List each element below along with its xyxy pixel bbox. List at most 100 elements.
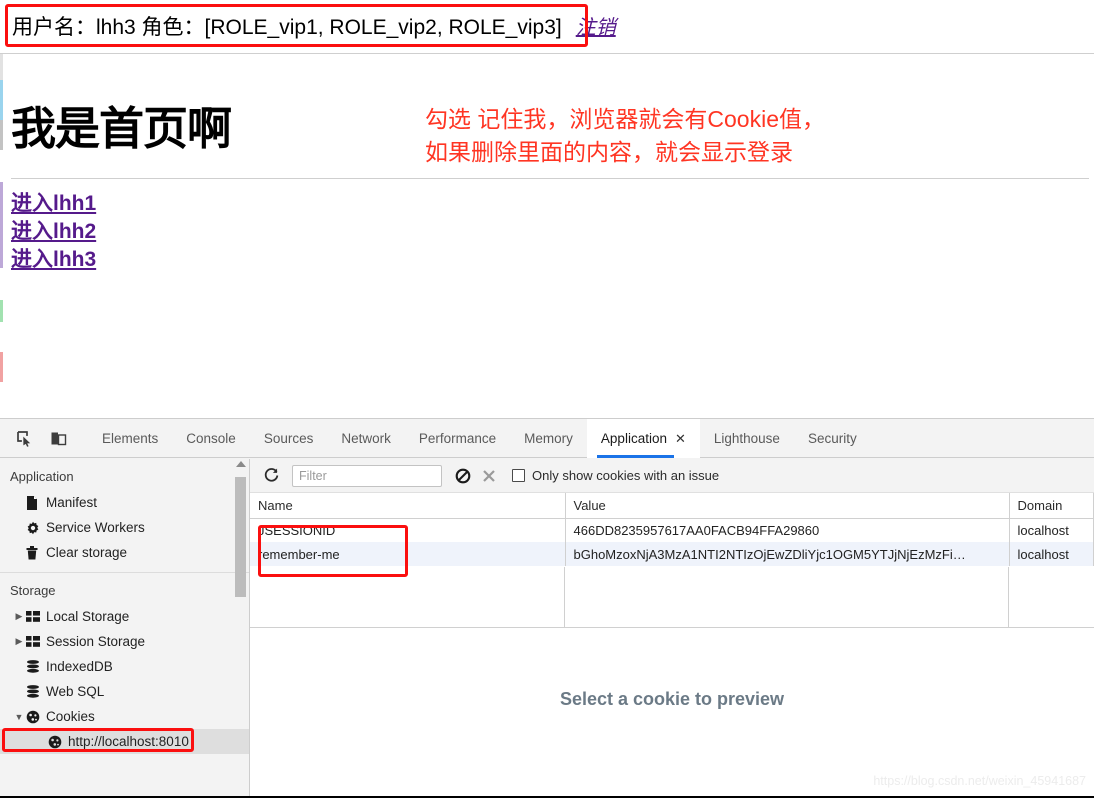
- tab-network[interactable]: Network: [327, 419, 405, 458]
- sidebar-item-manifest[interactable]: Manifest: [0, 490, 249, 515]
- cell-cookie-domain[interactable]: localhost: [1009, 518, 1094, 542]
- link-lhh3[interactable]: 进入lhh3: [11, 246, 96, 274]
- delete-x-icon[interactable]: [476, 463, 502, 489]
- cell-cookie-value[interactable]: bGhoMzoxNjA3MzA1NTI2NTIzOjEwZDliYjc1OGM5…: [565, 542, 1010, 566]
- tab-lighthouse[interactable]: Lighthouse: [700, 419, 794, 458]
- tab-label: Performance: [418, 430, 497, 446]
- close-icon[interactable]: ✕: [675, 432, 686, 445]
- sidebar-item-web-sql[interactable]: Web SQL: [0, 679, 249, 704]
- screenshot-root: 用户名：lhh3 角色：[ROLE_vip1, ROLE_vip2, ROLE_…: [0, 0, 1094, 798]
- scrollbar-thumb[interactable]: [235, 477, 246, 597]
- sidebar-item-label: Web SQL: [46, 684, 105, 699]
- sidebar-item-cookie-origin[interactable]: http://localhost:8010: [0, 729, 249, 754]
- browser-page-viewport: 用户名：lhh3 角色：[ROLE_vip1, ROLE_vip2, ROLE_…: [0, 0, 1094, 418]
- tab-sources[interactable]: Sources: [250, 419, 328, 458]
- sidebar-section-storage: Storage: [10, 583, 56, 598]
- tab-security[interactable]: Security: [794, 419, 871, 458]
- sidebar-item-local-storage[interactable]: ▶ Local Storage: [0, 604, 249, 629]
- cookie-icon: [48, 735, 68, 749]
- link-lhh1[interactable]: 进入lhh1: [11, 190, 96, 218]
- devtools-tabbar: Elements Console Sources Network Perform…: [0, 418, 1094, 458]
- refresh-icon[interactable]: [258, 463, 284, 489]
- device-toolbar-icon[interactable]: [44, 424, 72, 452]
- sidebar-item-label: Manifest: [46, 495, 98, 510]
- manifest-file-icon: [26, 495, 46, 510]
- tab-application[interactable]: Application ✕: [586, 418, 700, 458]
- trash-icon: [26, 545, 46, 560]
- page-title: 我是首页啊: [11, 103, 232, 154]
- scroll-up-arrow-icon[interactable]: [236, 461, 246, 467]
- logout-link[interactable]: 注销: [576, 11, 616, 40]
- cell-cookie-value[interactable]: 466DD8235957617AA0FACB94FFA29860: [565, 518, 1010, 542]
- table-empty-rows-area: [250, 567, 1094, 627]
- cookie-preview-placeholder: Select a cookie to preview: [559, 689, 785, 709]
- tab-label: Memory: [524, 430, 573, 446]
- tab-console[interactable]: Console: [172, 419, 250, 458]
- user-info-bar: 用户名：lhh3 角色：[ROLE_vip1, ROLE_vip2, ROLE_…: [0, 0, 1094, 54]
- page-links-list: 进入lhh1 进入lhh2 进入lhh3: [11, 190, 96, 274]
- devtools-body: Application Manifest Service Workers Cle…: [0, 459, 1094, 798]
- link-lhh2[interactable]: 进入lhh2: [11, 218, 96, 246]
- user-info-text: 用户名：lhh3 角色：[ROLE_vip1, ROLE_vip2, ROLE_…: [12, 16, 562, 39]
- viewport-edge-artifact: [0, 0, 3, 418]
- column-header-name[interactable]: Name: [250, 493, 566, 519]
- annotation-note-text: 勾选 记住我，浏览器就会有Cookie值， 如果删除里面的内容，就会显示登录: [425, 106, 825, 165]
- chevron-right-icon[interactable]: ▶: [14, 636, 24, 647]
- tab-label: Network: [341, 430, 391, 446]
- table-row[interactable]: JSESSIONID 466DD8235957617AA0FACB94FFA29…: [250, 518, 1094, 542]
- checkbox-box[interactable]: [512, 469, 525, 482]
- cookie-icon: [26, 710, 46, 724]
- sidebar-item-label: http://localhost:8010: [68, 734, 189, 749]
- sidebar-item-label: Clear storage: [46, 545, 128, 560]
- gear-icon: [26, 521, 46, 535]
- sidebar-item-session-storage[interactable]: ▶ Session Storage: [0, 629, 249, 654]
- sidebar-item-label: Service Workers: [46, 520, 145, 535]
- tab-label: Elements: [102, 430, 159, 446]
- cookies-table: Name Value Domain JSESSIONID 466DD823595…: [250, 493, 1094, 566]
- cell-cookie-name[interactable]: JSESSIONID: [250, 518, 566, 542]
- tab-label: Sources: [263, 430, 314, 446]
- watermark-text: https://blog.csdn.net/weixin_45941687: [873, 774, 1086, 788]
- sidebar-item-label: Cookies: [46, 709, 95, 724]
- cookies-main-panel: Only show cookies with an issue Name Val…: [250, 459, 1094, 798]
- clear-all-blocked-icon[interactable]: [450, 463, 476, 489]
- table-row[interactable]: remember-me bGhoMzoxNjA3MzA1NTI2NTIzOjEw…: [250, 542, 1094, 566]
- sidebar-section-application: Application: [10, 469, 74, 484]
- column-header-value[interactable]: Value: [565, 493, 1010, 519]
- sidebar-item-label: Session Storage: [46, 634, 146, 649]
- table-header-row: Name Value Domain: [250, 493, 1094, 519]
- devtools-tab-list: Elements Console Sources Network Perform…: [88, 418, 871, 458]
- table-icon: [26, 611, 46, 622]
- sidebar-item-indexeddb[interactable]: IndexedDB: [0, 654, 249, 679]
- cell-cookie-name[interactable]: remember-me: [250, 542, 566, 566]
- inspect-element-icon[interactable]: [10, 424, 38, 452]
- tab-elements[interactable]: Elements: [88, 419, 172, 458]
- sidebar-item-label: IndexedDB: [46, 659, 113, 674]
- tab-memory[interactable]: Memory: [510, 419, 587, 458]
- tab-label: Lighthouse: [713, 430, 780, 446]
- tab-label: Security: [807, 430, 857, 446]
- chevron-right-icon[interactable]: ▶: [14, 611, 24, 622]
- cookies-table-container: Name Value Domain JSESSIONID 466DD823595…: [250, 493, 1094, 628]
- filter-input[interactable]: [292, 464, 442, 487]
- tab-performance[interactable]: Performance: [405, 419, 510, 458]
- sidebar-item-label: Local Storage: [46, 609, 130, 624]
- tab-label: Application: [600, 430, 667, 446]
- cell-cookie-domain[interactable]: localhost: [1009, 542, 1094, 566]
- devtools-panel: Elements Console Sources Network Perform…: [0, 418, 1094, 798]
- cookies-toolbar: Only show cookies with an issue: [250, 459, 1094, 493]
- database-icon: [26, 660, 46, 673]
- sidebar-item-service-workers[interactable]: Service Workers: [0, 515, 249, 540]
- application-sidebar: Application Manifest Service Workers Cle…: [0, 459, 250, 798]
- sidebar-item-clear-storage[interactable]: Clear storage: [0, 540, 249, 565]
- tab-label: Console: [186, 430, 236, 446]
- table-icon: [26, 636, 46, 647]
- sidebar-item-cookies[interactable]: ▼ Cookies: [0, 704, 249, 729]
- horizontal-rule: [11, 178, 1089, 179]
- checkbox-label: Only show cookies with an issue: [532, 468, 720, 483]
- sidebar-scrollbar[interactable]: [235, 461, 246, 798]
- database-icon: [26, 685, 46, 698]
- only-show-issues-checkbox[interactable]: Only show cookies with an issue: [512, 468, 719, 483]
- column-header-domain[interactable]: Domain: [1009, 493, 1094, 519]
- chevron-down-icon[interactable]: ▼: [14, 712, 24, 722]
